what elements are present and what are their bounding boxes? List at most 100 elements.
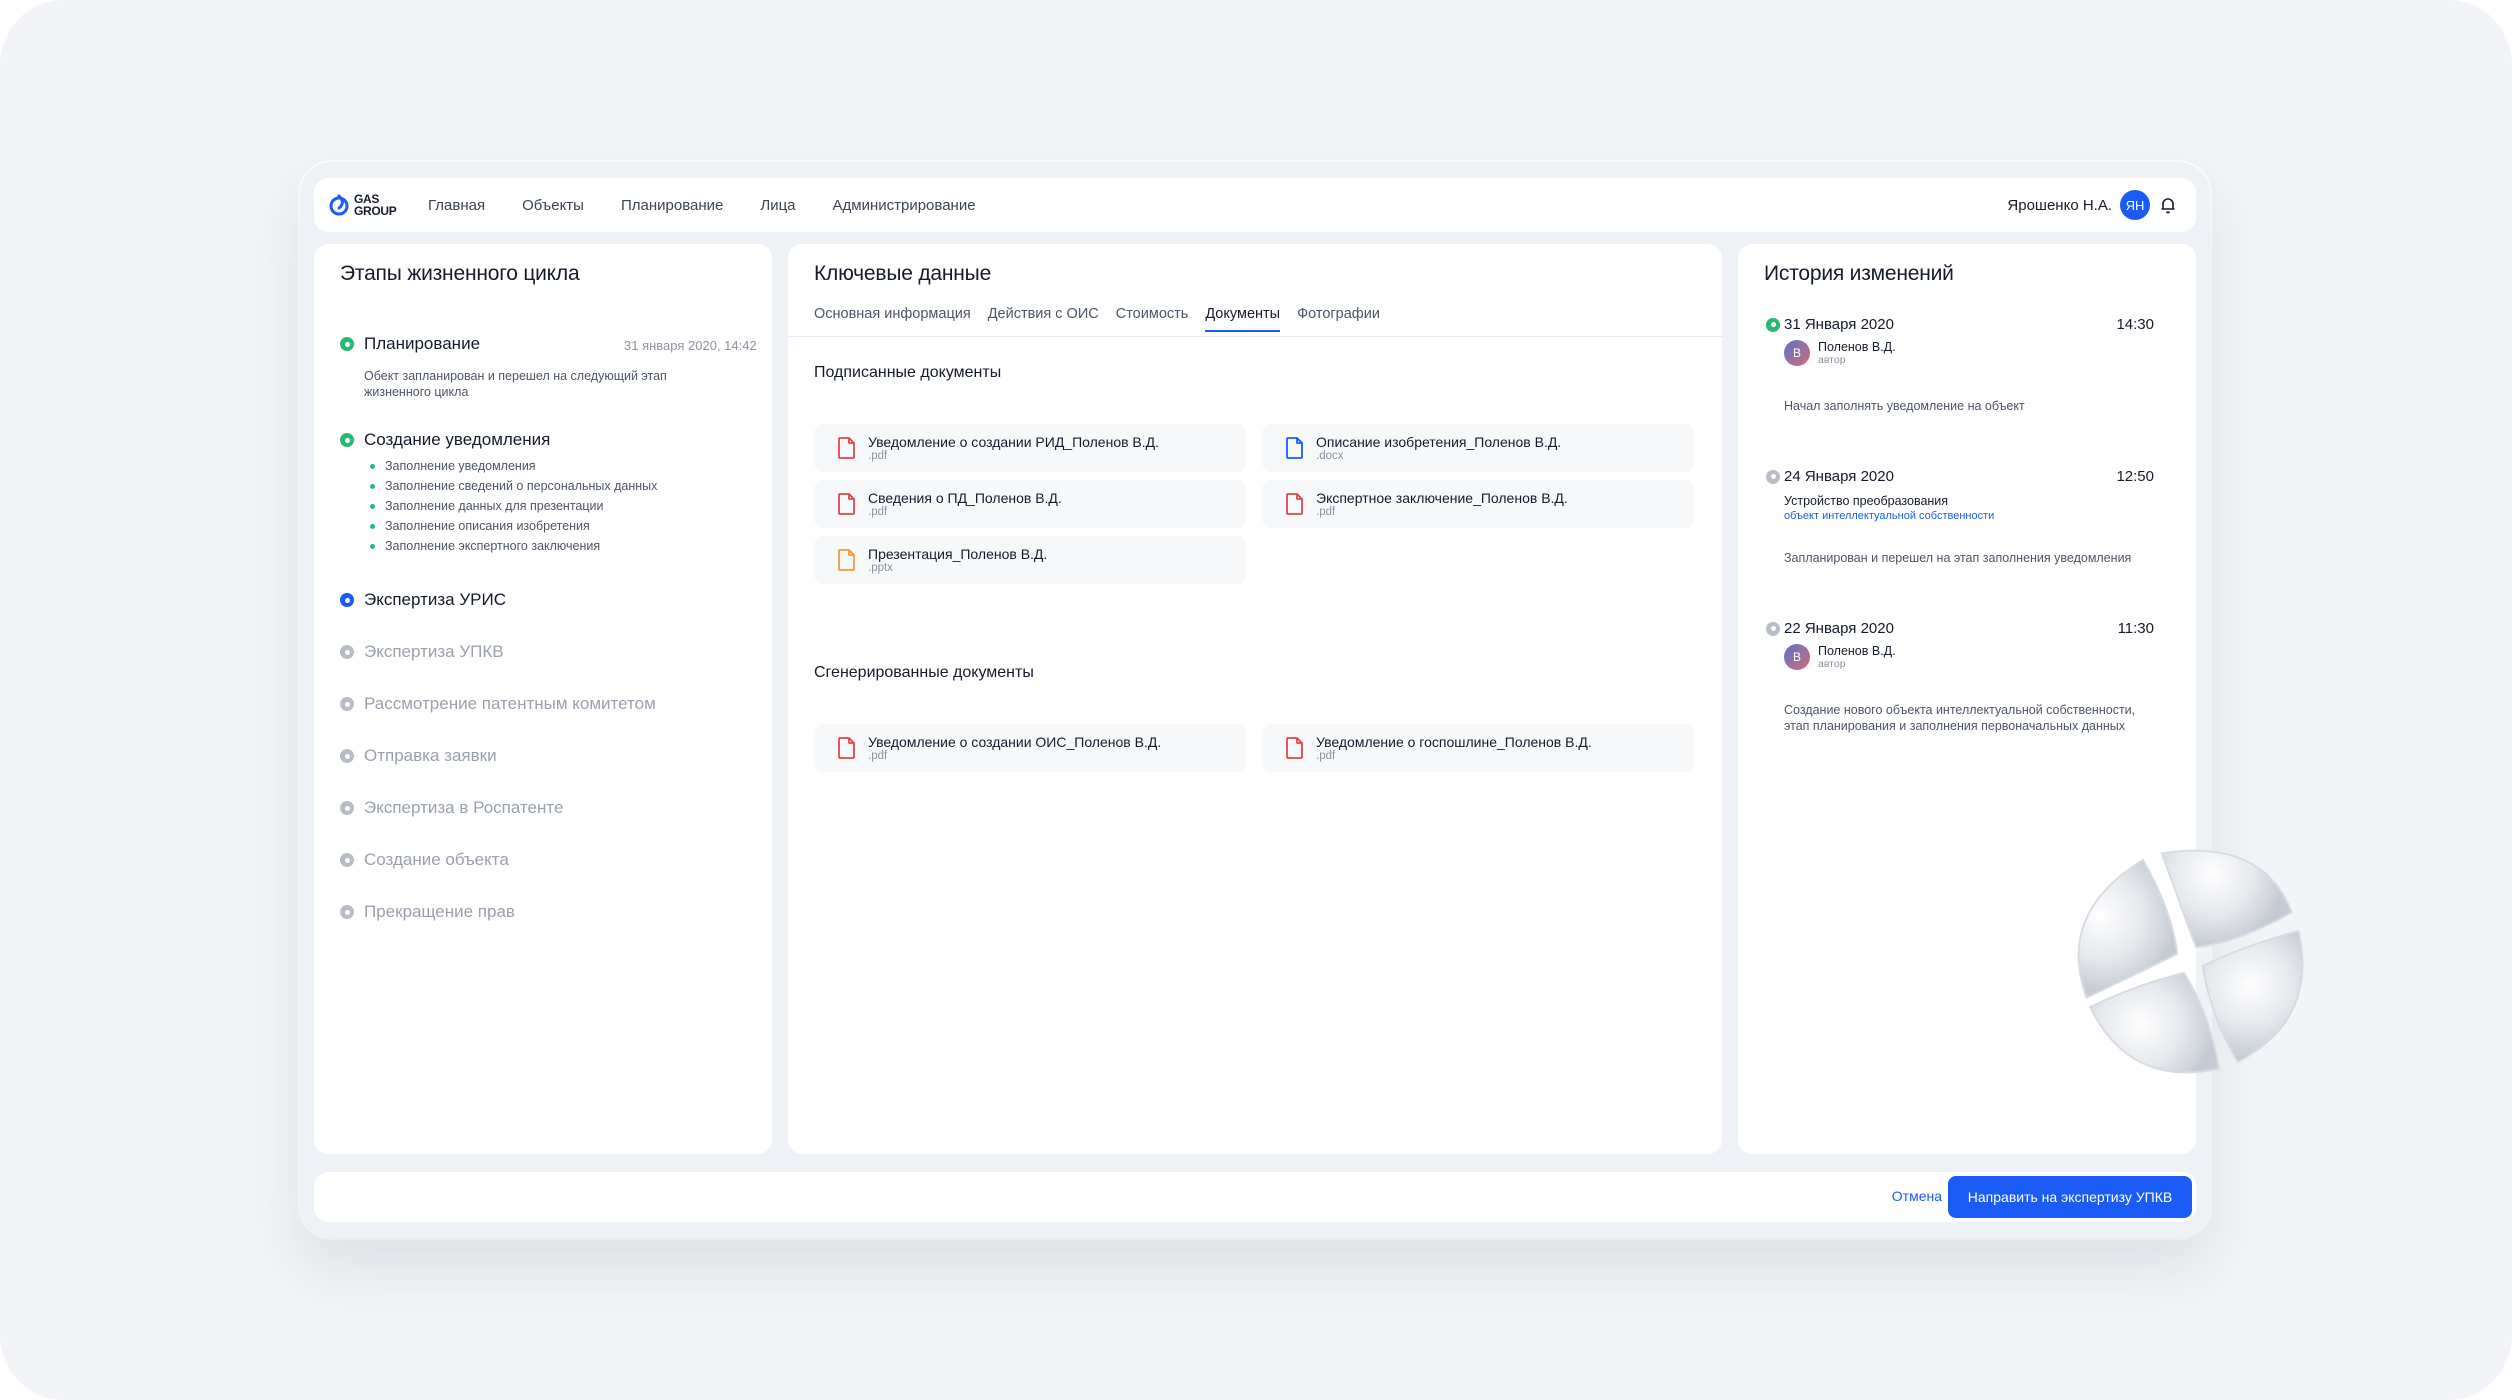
logo[interactable]: GAS GROUP (328, 193, 428, 217)
pending-status-icon (340, 853, 354, 867)
pending-status-icon (1766, 621, 1780, 636)
document-name: Сведения о ПД_Поленов В.Д. (868, 489, 1062, 506)
stage-subtasks: Заполнение уведомления Заполнение сведен… (370, 456, 657, 556)
pdf-file-icon (838, 737, 855, 759)
bell-icon[interactable] (2158, 195, 2178, 215)
stage-rospatent-expertise[interactable]: Экспертиза в Роспатенте (340, 798, 563, 818)
tab-main-info[interactable]: Основная информация (814, 306, 971, 332)
stage-rights-termination[interactable]: Прекращение прав (340, 902, 515, 922)
logo-line-2: GROUP (354, 204, 397, 218)
history-date: 22 Января 2020 (1784, 620, 1894, 637)
document-ext: .pdf (868, 749, 888, 762)
pending-status-icon (340, 801, 354, 815)
history-date: 24 Января 2020 (1784, 468, 1894, 485)
history-object-link[interactable]: объект интеллектуальной собственности (1784, 510, 1994, 522)
history-entry-header: 31 Января 2020 14:30 (1766, 316, 2154, 333)
history-entry-header: 22 Января 2020 11:30 (1766, 620, 2154, 637)
nav-item-persons[interactable]: Лица (760, 197, 795, 214)
done-status-icon (1766, 317, 1780, 332)
done-status-icon (340, 337, 354, 351)
list-item[interactable]: Заполнение уведомления (370, 456, 657, 476)
history-time: 12:50 (2116, 468, 2154, 485)
stage-title: Экспертиза в Роспатенте (364, 798, 564, 817)
document-item[interactable]: Презентация_Поленов В.Д. .pptx (814, 536, 1246, 584)
stage-title: Экспертиза УПКВ (364, 642, 504, 661)
history-note: Начал заполнять уведомление на объект (1784, 399, 2025, 413)
main-nav: Главная Объекты Планирование Лица Админи… (428, 197, 1013, 214)
history-entry: 22 Января 2020 11:30 В Поленов В.Д. автор… (1766, 620, 2154, 750)
done-status-icon (340, 433, 354, 447)
nav-item-planning[interactable]: Планирование (621, 197, 723, 214)
document-ext: .pptx (868, 561, 893, 574)
stage-object-creation[interactable]: Создание объекта (340, 850, 509, 870)
subtask-label: Заполнение описания изобретения (385, 519, 590, 533)
logo-text: GAS GROUP (354, 193, 397, 217)
avatar[interactable]: ЯН (2120, 190, 2150, 220)
stage-title: Создание уведомления (364, 430, 551, 449)
author-role: автор (1818, 658, 1846, 670)
document-item[interactable]: Экспертное заключение_Поленов В.Д. .pdf (1262, 480, 1694, 528)
stage-notification[interactable]: Создание уведомления (340, 430, 550, 450)
cancel-button[interactable]: Отмена (1892, 1188, 1942, 1204)
history-date: 31 Января 2020 (1784, 316, 1894, 333)
document-item[interactable]: Сведения о ПД_Поленов В.Д. .pdf (814, 480, 1246, 528)
stage-description: Обект запланирован и перешел на следующи… (364, 369, 667, 399)
history-note: Запланирован и перешел на этап заполнени… (1784, 551, 2132, 565)
stage-title: Рассмотрение патентным комитетом (364, 694, 656, 713)
history-author[interactable]: В Поленов В.Д. автор (1784, 644, 1896, 670)
tab-cost[interactable]: Стоимость (1116, 306, 1189, 332)
history-author[interactable]: В Поленов В.Д. автор (1784, 340, 1896, 366)
document-item[interactable]: Уведомление о создании РИД_Поленов В.Д..… (814, 424, 1246, 472)
key-data-title: Ключевые данные (814, 262, 992, 285)
stage-uris-expertise[interactable]: Экспертиза УРИС (340, 590, 506, 610)
nav-item-admin[interactable]: Администрирование (833, 197, 976, 214)
lifecycle-title: Этапы жизненного цикла (340, 262, 580, 285)
document-name: Уведомление о госпошлине_Поленов В.Д. (1316, 733, 1592, 750)
lifecycle-panel: Этапы жизненного цикла Планирование 31 я… (314, 244, 772, 1154)
author-name: Поленов В.Д. (1818, 644, 1896, 658)
history-entry: 31 Января 2020 14:30 В Поленов В.Д. автор… (1766, 316, 2154, 426)
pdf-file-icon (838, 493, 855, 515)
history-note: Создание нового объекта интеллектуальной… (1784, 703, 2136, 733)
current-status-icon (340, 593, 354, 607)
stage-patent-committee[interactable]: Рассмотрение патентным комитетом (340, 694, 656, 714)
document-item[interactable]: Описание изобретения_Поленов В.Д. .docx (1262, 424, 1694, 472)
document-name: Описание изобретения_Поленов В.Д. (1316, 433, 1562, 450)
history-time: 11:30 (2117, 620, 2154, 637)
stage-send-application[interactable]: Отправка заявки (340, 746, 497, 766)
tab-ois-actions[interactable]: Действия с ОИС (988, 306, 1099, 332)
list-item[interactable]: Заполнение данных для презентации (370, 496, 657, 516)
bullet-icon (370, 523, 375, 529)
author-role: автор (1818, 354, 1846, 366)
document-ext: .pdf (868, 505, 888, 518)
list-item[interactable]: Заполнение описания изобретения (370, 516, 657, 536)
nav-item-objects[interactable]: Объекты (522, 197, 584, 214)
avatar: В (1784, 340, 1810, 366)
stage-upkv-expertise[interactable]: Экспертиза УПКВ (340, 642, 504, 662)
subtask-label: Заполнение экспертного заключения (385, 539, 601, 553)
history-entry-header: 24 Января 2020 12:50 (1766, 468, 2154, 485)
document-item[interactable]: Уведомление о создании ОИС_Поленов В.Д..… (814, 724, 1246, 772)
nav-item-home[interactable]: Главная (428, 197, 485, 214)
document-item[interactable]: Уведомление о госпошлине_Поленов В.Д. .pd… (1262, 724, 1694, 772)
stage-title: Создание объекта (364, 850, 509, 869)
pdf-file-icon (1286, 737, 1303, 759)
generated-docs-title: Сгенерированные документы (814, 664, 1034, 681)
tab-photos[interactable]: Фотографии (1297, 306, 1380, 332)
stage-planning[interactable]: Планирование (340, 334, 480, 354)
history-entry: 24 Января 2020 12:50 Устройство преобраз… (1766, 468, 2154, 578)
list-item[interactable]: Заполнение сведений о персональных данны… (370, 476, 657, 496)
stage-date: 31 января 2020, 14:42 (624, 338, 757, 353)
tabs-divider (788, 336, 1722, 337)
bullet-icon (370, 483, 375, 489)
list-item[interactable]: Заполнение экспертного заключения (370, 536, 657, 556)
stage-title: Отправка заявки (364, 746, 497, 765)
action-footer: Отмена Направить на экспертизу УПКВ (314, 1172, 2196, 1222)
pending-status-icon (340, 645, 354, 659)
tab-documents[interactable]: Документы (1205, 306, 1281, 332)
user-name[interactable]: Ярошенко Н.А. (2007, 197, 2112, 214)
submit-upkv-button[interactable]: Направить на экспертизу УПКВ (1948, 1176, 2192, 1218)
pdf-file-icon (838, 437, 855, 459)
avatar: В (1784, 644, 1810, 670)
pdf-file-icon (1286, 493, 1303, 515)
